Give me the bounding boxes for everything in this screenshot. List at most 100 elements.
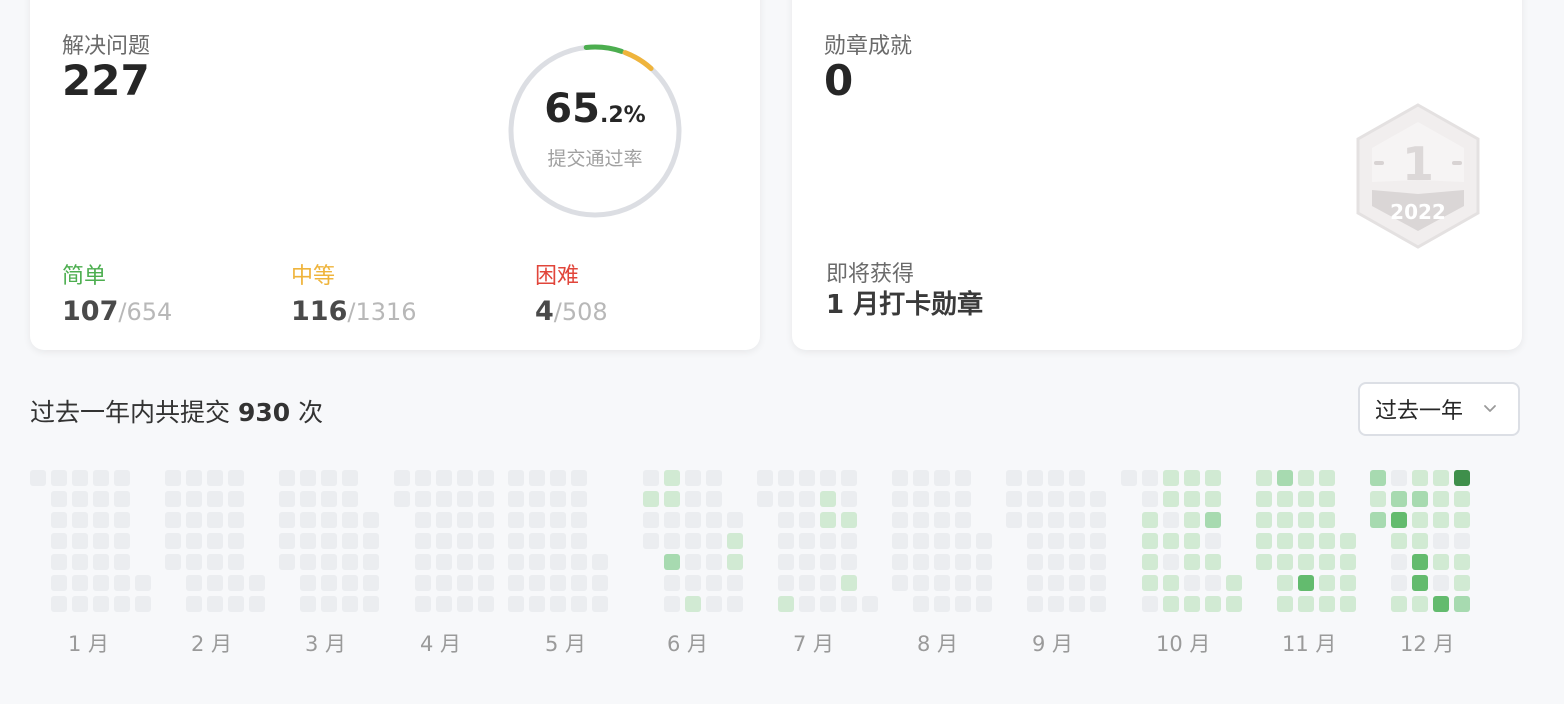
heatmap-cell[interactable]: [342, 533, 358, 549]
heatmap-cell[interactable]: [1163, 491, 1179, 507]
heatmap-cell[interactable]: [228, 533, 244, 549]
heatmap-cell[interactable]: [93, 596, 109, 612]
heatmap-cell[interactable]: [1277, 470, 1293, 486]
heatmap-cell[interactable]: [799, 470, 815, 486]
heatmap-cell[interactable]: [478, 512, 494, 528]
heatmap-cell[interactable]: [186, 596, 202, 612]
heatmap-cell[interactable]: [799, 533, 815, 549]
heatmap-cell[interactable]: [1069, 596, 1085, 612]
heatmap-cell[interactable]: [1433, 533, 1449, 549]
heatmap-cell[interactable]: [186, 512, 202, 528]
heatmap-cell[interactable]: [1006, 491, 1022, 507]
heatmap-cell[interactable]: [508, 533, 524, 549]
heatmap-cell[interactable]: [478, 470, 494, 486]
heatmap-cell[interactable]: [550, 575, 566, 591]
heatmap-cell[interactable]: [1142, 596, 1158, 612]
heatmap-cell[interactable]: [1256, 533, 1272, 549]
heatmap-cell[interactable]: [643, 533, 659, 549]
heatmap-cell[interactable]: [249, 596, 265, 612]
heatmap-cell[interactable]: [778, 554, 794, 570]
heatmap-cell[interactable]: [478, 554, 494, 570]
heatmap-cell[interactable]: [1256, 554, 1272, 570]
heatmap-cell[interactable]: [955, 596, 971, 612]
heatmap-cell[interactable]: [478, 533, 494, 549]
heatmap-cell[interactable]: [913, 596, 929, 612]
heatmap-cell[interactable]: [457, 512, 473, 528]
heatmap-cell[interactable]: [913, 554, 929, 570]
heatmap-cell[interactable]: [300, 575, 316, 591]
heatmap-cell[interactable]: [799, 491, 815, 507]
heatmap-cell[interactable]: [1090, 512, 1106, 528]
heatmap-cell[interactable]: [508, 470, 524, 486]
heatmap-cell[interactable]: [664, 470, 680, 486]
heatmap-cell[interactable]: [1412, 596, 1428, 612]
heatmap-cell[interactable]: [415, 512, 431, 528]
heatmap-cell[interactable]: [93, 512, 109, 528]
heatmap-cell[interactable]: [51, 575, 67, 591]
heatmap-cell[interactable]: [664, 512, 680, 528]
heatmap-cell[interactable]: [550, 491, 566, 507]
heatmap-cell[interactable]: [913, 512, 929, 528]
heatmap-cell[interactable]: [1069, 491, 1085, 507]
heatmap-cell[interactable]: [550, 470, 566, 486]
heatmap-cell[interactable]: [685, 470, 701, 486]
heatmap-cell[interactable]: [1370, 491, 1386, 507]
heatmap-cell[interactable]: [820, 575, 836, 591]
heatmap-cell[interactable]: [934, 575, 950, 591]
heatmap-cell[interactable]: [508, 596, 524, 612]
heatmap-cell[interactable]: [342, 512, 358, 528]
heatmap-cell[interactable]: [1163, 512, 1179, 528]
heatmap-cell[interactable]: [279, 512, 295, 528]
heatmap-cell[interactable]: [1298, 491, 1314, 507]
heatmap-cell[interactable]: [1391, 470, 1407, 486]
heatmap-cell[interactable]: [643, 470, 659, 486]
heatmap-cell[interactable]: [664, 575, 680, 591]
heatmap-cell[interactable]: [415, 533, 431, 549]
heatmap-cell[interactable]: [114, 512, 130, 528]
heatmap-cell[interactable]: [51, 533, 67, 549]
heatmap-cell[interactable]: [1027, 533, 1043, 549]
heatmap-cell[interactable]: [394, 470, 410, 486]
heatmap-cell[interactable]: [892, 533, 908, 549]
heatmap-cell[interactable]: [478, 491, 494, 507]
heatmap-cell[interactable]: [1184, 554, 1200, 570]
heatmap-cell[interactable]: [1319, 596, 1335, 612]
heatmap-cell[interactable]: [1205, 512, 1221, 528]
heatmap-cell[interactable]: [862, 596, 878, 612]
heatmap-cell[interactable]: [799, 554, 815, 570]
heatmap-cell[interactable]: [1412, 575, 1428, 591]
heatmap-cell[interactable]: [228, 554, 244, 570]
heatmap-cell[interactable]: [820, 512, 836, 528]
heatmap-cell[interactable]: [685, 491, 701, 507]
heatmap-cell[interactable]: [114, 533, 130, 549]
heatmap-cell[interactable]: [279, 491, 295, 507]
heatmap-cell[interactable]: [207, 512, 223, 528]
heatmap-cell[interactable]: [93, 491, 109, 507]
heatmap-cell[interactable]: [1277, 596, 1293, 612]
heatmap-cell[interactable]: [1277, 512, 1293, 528]
heatmap-cell[interactable]: [841, 554, 857, 570]
heatmap-cell[interactable]: [321, 512, 337, 528]
heatmap-cell[interactable]: [1433, 554, 1449, 570]
heatmap-cell[interactable]: [1370, 512, 1386, 528]
heatmap-cell[interactable]: [363, 596, 379, 612]
heatmap-cell[interactable]: [114, 491, 130, 507]
heatmap-cell[interactable]: [1027, 596, 1043, 612]
heatmap-cell[interactable]: [934, 596, 950, 612]
heatmap-cell[interactable]: [1319, 575, 1335, 591]
heatmap-cell[interactable]: [279, 533, 295, 549]
heatmap-cell[interactable]: [1027, 575, 1043, 591]
heatmap-cell[interactable]: [1433, 575, 1449, 591]
heatmap-cell[interactable]: [363, 533, 379, 549]
heatmap-cell[interactable]: [706, 491, 722, 507]
heatmap-cell[interactable]: [1048, 575, 1064, 591]
heatmap-cell[interactable]: [1340, 575, 1356, 591]
heatmap-cell[interactable]: [1205, 596, 1221, 612]
heatmap-cell[interactable]: [778, 575, 794, 591]
heatmap-cell[interactable]: [342, 470, 358, 486]
heatmap-cell[interactable]: [1319, 512, 1335, 528]
heatmap-cell[interactable]: [1142, 533, 1158, 549]
heatmap-cell[interactable]: [228, 512, 244, 528]
heatmap-cell[interactable]: [529, 554, 545, 570]
heatmap-cell[interactable]: [1340, 533, 1356, 549]
